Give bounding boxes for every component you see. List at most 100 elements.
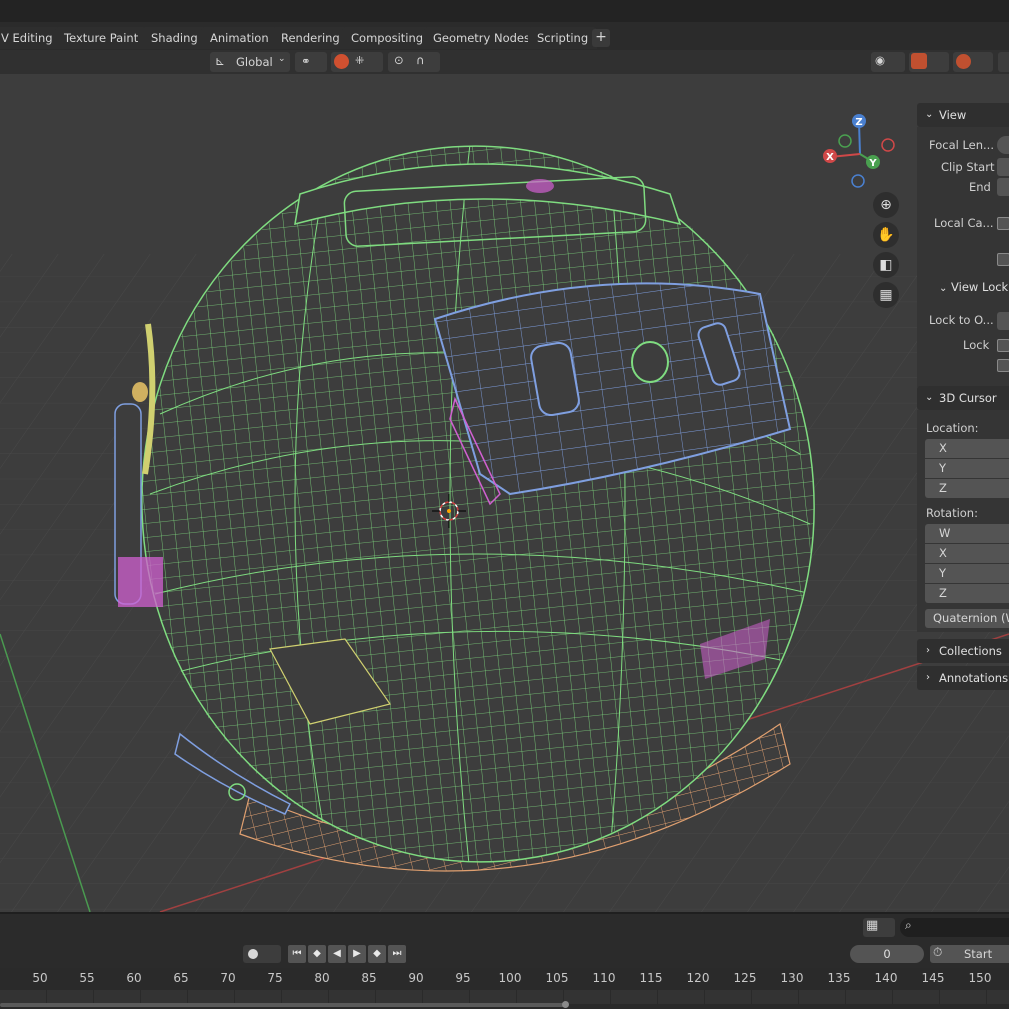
local-camera-checkbox[interactable] <box>997 217 1009 230</box>
lock-label: Lock <box>963 338 990 352</box>
cursor-location-x-field[interactable]: X <box>925 439 1009 458</box>
focal-length-field[interactable] <box>997 136 1009 154</box>
timeline-search-input[interactable]: ⌕ <box>900 918 1009 937</box>
zoom-icon[interactable]: ⊕ <box>873 192 899 218</box>
auto-keying-toggle[interactable] <box>243 945 281 963</box>
chevron-down-icon: ⌄ <box>939 283 948 294</box>
magnet-icon <box>334 54 349 69</box>
play-button[interactable]: ▶ <box>348 945 366 963</box>
playback-controls: ⏮ ◆ ◀ ▶ ◆ ⏭ 0 ⏱ Start <box>0 940 1009 968</box>
jump-prev-keyframe-button[interactable]: ◆ <box>308 945 326 963</box>
jump-next-keyframe-button[interactable]: ◆ <box>368 945 386 963</box>
tab-geometry-nodes[interactable]: Geometry Nodes <box>424 27 540 49</box>
jump-to-end-button[interactable]: ⏭ <box>388 945 406 963</box>
timeline-tick-label: 100 <box>498 971 522 985</box>
timeline-tick-label: 140 <box>874 971 898 985</box>
chevron-right-icon: › <box>926 645 930 656</box>
annotations-panel-header[interactable]: › Annotations <box>917 666 1009 690</box>
record-icon <box>248 949 258 959</box>
start-label: Start <box>964 947 993 961</box>
timeline-tick-label: 145 <box>921 971 945 985</box>
scrollbar-handle[interactable] <box>562 1001 569 1008</box>
falloff-curve-icon: ∩ <box>416 53 425 67</box>
workspace-tab-bar: V Editing Texture Paint Shading Animatio… <box>0 22 1009 50</box>
timeline-tick-label: 130 <box>780 971 804 985</box>
tab-compositing[interactable]: Compositing <box>342 27 433 49</box>
cursor-rotation-w-field[interactable]: W <box>925 524 1009 543</box>
collections-panel-header[interactable]: › Collections <box>917 639 1009 663</box>
clip-start-label: Clip Start <box>941 160 995 174</box>
visibility-dropdown[interactable]: ◉ <box>871 52 905 72</box>
rotation-mode-value: Quaternion (WX <box>933 611 1009 625</box>
overlays-toggle[interactable] <box>953 52 993 72</box>
tab-rendering[interactable]: Rendering <box>272 27 349 49</box>
timeline-ruler[interactable]: 50 55 60 65 70 75 80 85 90 95 100 105 110 115 120 125 13… <box>0 968 1009 1009</box>
chevron-down-icon: ⌄ <box>278 54 286 64</box>
clip-end-field[interactable] <box>997 178 1009 196</box>
cursor-rotation-y-field[interactable]: Y <box>925 564 1009 583</box>
viewport-header: ⊾ Global ⌄ ⚭ ⁜ ⊙ ∩ ◉ <box>0 50 1009 74</box>
filter-dropdown[interactable]: ▦ <box>863 918 895 937</box>
timeline-tick-label: 115 <box>639 971 663 985</box>
gizmo-toggle[interactable] <box>909 52 949 72</box>
w-label: W <box>939 526 951 540</box>
sidebar-panel: ⌄ View Focal Len... Clip Start End Local… <box>915 100 1009 695</box>
pan-hand-icon[interactable]: ✋ <box>873 222 899 248</box>
lock-to-object-field[interactable] <box>997 312 1009 330</box>
view-panel-title: View <box>939 108 967 122</box>
y-axis-label: Y <box>868 158 877 169</box>
jump-to-start-button[interactable]: ⏮ <box>288 945 306 963</box>
gizmo-icon <box>911 53 927 69</box>
snap-toggle[interactable]: ⁜ <box>331 52 383 72</box>
view-lock-subheader[interactable]: ⌄ View Lock <box>939 280 1008 294</box>
transform-orientation-dropdown[interactable]: ⊾ Global ⌄ <box>210 52 290 72</box>
stopwatch-icon: ⏱ <box>933 945 943 959</box>
cursor-rotation-x-field[interactable]: X <box>925 544 1009 563</box>
lock-to-cursor-checkbox[interactable] <box>997 339 1009 352</box>
cursor-location-z-field[interactable]: Z <box>925 479 1009 498</box>
x-axis-label: X <box>826 152 834 163</box>
timeline-header: ▦ ⌕ <box>0 912 1009 940</box>
3d-cursor-panel-header[interactable]: ⌄ 3D Cursor <box>917 386 1009 410</box>
camera-view-icon[interactable]: ◧ <box>873 252 899 278</box>
xray-toggle[interactable] <box>998 52 1009 72</box>
grid-view-icon: ▦ <box>866 918 879 933</box>
pivot-icon: ⚭ <box>301 54 311 68</box>
timeline-tick-label: 75 <box>267 971 283 985</box>
play-reverse-button[interactable]: ◀ <box>328 945 346 963</box>
timeline-track[interactable] <box>0 990 1009 1004</box>
start-frame-field[interactable]: ⏱ Start <box>930 945 1009 963</box>
view-panel-header[interactable]: ⌄ View <box>917 103 1009 127</box>
render-region-checkbox[interactable] <box>997 253 1009 266</box>
orientation-icon: ⊾ <box>215 54 226 68</box>
tab-texture-paint[interactable]: Texture Paint <box>55 27 148 49</box>
cursor-location-y-field[interactable]: Y <box>925 459 1009 478</box>
tab-shading[interactable]: Shading <box>142 27 207 49</box>
x-label: X <box>939 546 947 560</box>
timeline-scrollbar[interactable] <box>0 1003 566 1007</box>
current-frame-field[interactable]: 0 <box>850 945 924 963</box>
timeline-tick-label: 95 <box>455 971 471 985</box>
chevron-down-icon: ⌄ <box>925 109 934 120</box>
z-axis-label: Z <box>855 117 862 128</box>
lock-camera-checkbox[interactable] <box>997 359 1009 372</box>
3d-cursor-panel-title: 3D Cursor <box>939 391 997 405</box>
proportional-editing-toggle[interactable]: ⊙ ∩ <box>388 52 440 72</box>
navigation-gizmo[interactable]: Z X Y <box>818 112 908 202</box>
tab-animation[interactable]: Animation <box>201 27 278 49</box>
x-label: X <box>939 441 947 455</box>
cursor-rotation-z-field[interactable]: Z <box>925 584 1009 603</box>
timeline-tick-label: 65 <box>173 971 189 985</box>
timeline-tick-label: 120 <box>686 971 710 985</box>
clip-start-field[interactable] <box>997 158 1009 176</box>
tab-scripting[interactable]: Scripting <box>528 27 598 49</box>
3d-viewport[interactable]: Z X Y ⊕ ✋ ◧ ▦ <box>0 74 1009 912</box>
tab-uv-editing[interactable]: V Editing <box>0 27 62 49</box>
timeline-tick-label: 125 <box>733 971 757 985</box>
rotation-mode-dropdown[interactable]: Quaternion (WX <box>925 609 1009 628</box>
overlays-icon <box>956 54 971 69</box>
rotation-label: Rotation: <box>926 506 978 520</box>
pivot-point-dropdown[interactable]: ⚭ <box>295 52 327 72</box>
perspective-grid-icon[interactable]: ▦ <box>873 282 899 308</box>
add-workspace-button[interactable]: + <box>592 29 610 47</box>
